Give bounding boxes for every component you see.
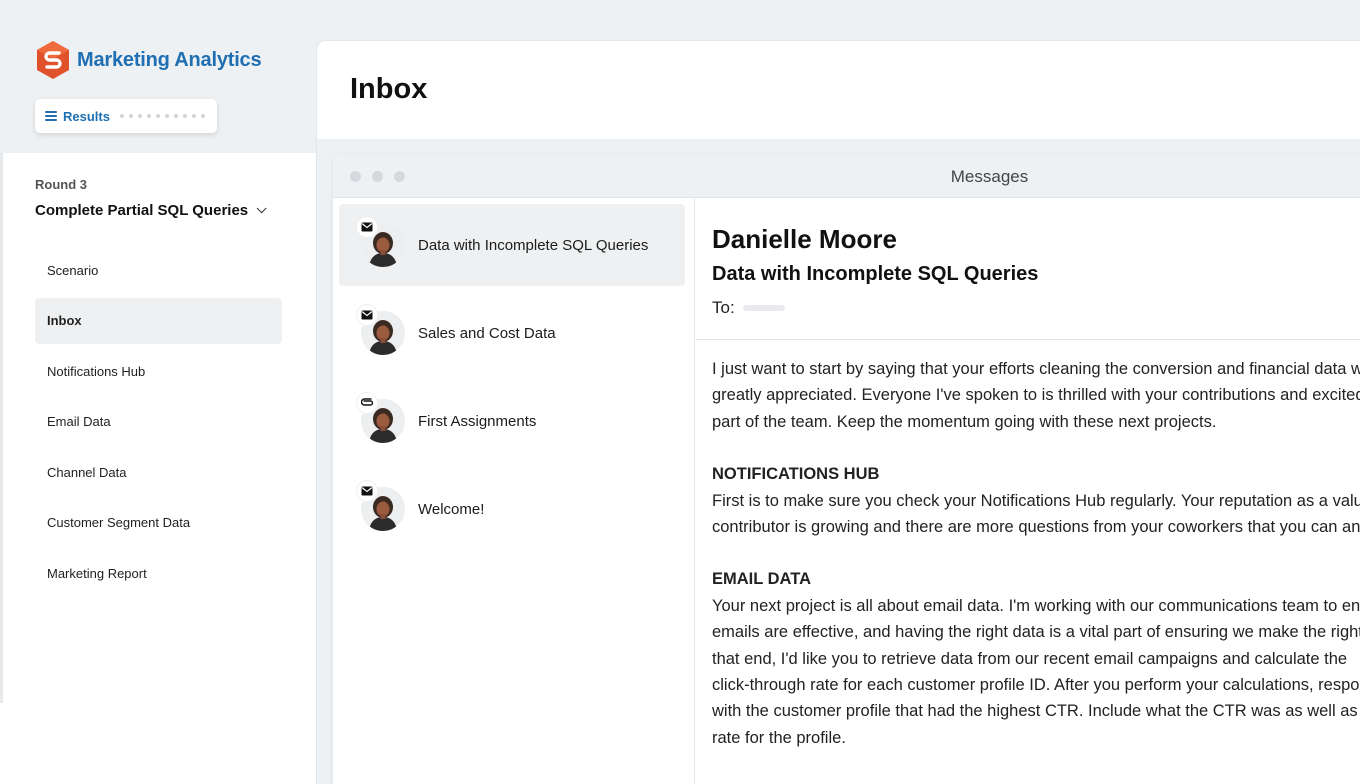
sidebar-item-label: Email Data xyxy=(47,414,111,430)
sidebar-header: Marketing Analytics Results xyxy=(0,0,316,153)
menu-icon xyxy=(45,111,57,121)
to-label: To: xyxy=(712,298,735,317)
message-subject: First Assignments xyxy=(418,412,537,430)
sidebar-item-label: Marketing Report xyxy=(47,566,147,582)
message-item[interactable]: First Assignments xyxy=(339,380,685,462)
recipient-line: To: xyxy=(712,298,1360,318)
chevron-down-icon xyxy=(256,203,267,214)
message-subject-heading: Data with Incomplete SQL Queries xyxy=(712,263,1039,285)
body-line: click-through rate for each customer pro… xyxy=(712,676,1360,695)
sender-avatar xyxy=(357,393,405,443)
sidebar-item-label: Notifications Hub xyxy=(47,363,146,379)
sidebar-item-label: Customer Segment Data xyxy=(47,515,191,531)
body-line: I just want to start by saying that your… xyxy=(712,360,1360,378)
envelope-icon xyxy=(357,305,377,325)
sidebar-item-marketing-report[interactable]: Marketing Report xyxy=(35,551,282,597)
message-body: I just want to start by saying that your… xyxy=(696,340,1360,751)
results-label: Results xyxy=(63,108,110,124)
sidebar-nav: Scenario Inbox Notifications Hub Email D… xyxy=(35,247,282,601)
round-selector[interactable]: Complete Partial SQL Queries xyxy=(35,202,267,219)
app-logo-icon xyxy=(37,41,69,79)
body-line: with the customer profile that had the h… xyxy=(712,702,1360,721)
results-button[interactable]: Results xyxy=(35,99,217,133)
page-title: Inbox xyxy=(350,73,428,105)
message-item[interactable]: Data with Incomplete SQL Queries xyxy=(339,204,685,286)
body-line: emails are effective, and having the rig… xyxy=(712,623,1360,642)
sidebar-item-label: Channel Data xyxy=(47,464,127,480)
content-area: Messages Data with Incomplete SQL Querie… xyxy=(317,139,1360,784)
window-title: Messages xyxy=(950,167,1029,186)
main-content: Inbox Messages Data with Incomplete SQL … xyxy=(316,40,1360,784)
paperclip-icon xyxy=(357,393,377,413)
section-heading: NOTIFICATIONS HUB xyxy=(712,465,880,484)
sidebar-item-notifications-hub[interactable]: Notifications Hub xyxy=(35,348,282,394)
recipient-redacted xyxy=(742,305,785,311)
sidebar-item-label: Scenario xyxy=(47,262,99,278)
message-item[interactable]: Sales and Cost Data xyxy=(339,292,685,374)
body-line: Your next project is all about email dat… xyxy=(712,596,1360,615)
brand[interactable]: Marketing Analytics xyxy=(35,40,262,80)
body-line: that end, I'd like you to retrieve data … xyxy=(712,649,1348,668)
sidebar-item-channel-data[interactable]: Channel Data xyxy=(35,449,282,495)
sender-name: Danielle Moore xyxy=(712,224,897,254)
envelope-icon xyxy=(357,481,377,501)
section-heading: EMAIL DATA xyxy=(712,570,811,589)
body-line: part of the team. Keep the momentum goin… xyxy=(712,412,1217,431)
body-line: rate for the profile. xyxy=(712,728,846,747)
sidebar-item-customer-segment-data[interactable]: Customer Segment Data xyxy=(35,500,282,546)
message-header: Danielle Moore Data with Incomplete SQL … xyxy=(696,198,1360,340)
messages-window: Messages Data with Incomplete SQL Querie… xyxy=(333,154,1360,784)
round-title: Complete Partial SQL Queries xyxy=(35,202,249,219)
progress-dots xyxy=(119,114,205,118)
window-titlebar: Messages xyxy=(333,154,1360,198)
sidebar-item-email-data[interactable]: Email Data xyxy=(35,399,282,445)
sidebar-item-label: Inbox xyxy=(47,313,82,329)
message-subject: Sales and Cost Data xyxy=(418,324,556,342)
message-subject: Welcome! xyxy=(418,500,485,518)
body-line: First is to make sure you check your Not… xyxy=(712,491,1360,510)
message-item[interactable]: Welcome! xyxy=(339,468,685,550)
sidebar-item-scenario[interactable]: Scenario xyxy=(35,247,282,293)
sidebar: Round 3 Complete Partial SQL Queries Sce… xyxy=(0,153,316,784)
envelope-icon xyxy=(357,217,377,237)
round-label: Round 3 xyxy=(35,177,87,192)
app-name: Marketing Analytics xyxy=(77,48,262,71)
body-line: contributor is growing and there are mor… xyxy=(712,518,1360,537)
message-list: Data with Incomplete SQL Queries Sales a… xyxy=(333,198,695,784)
message-subject: Data with Incomplete SQL Queries xyxy=(418,236,649,254)
message-reader: Danielle Moore Data with Incomplete SQL … xyxy=(696,198,1360,784)
body-line: greatly appreciated. Everyone I've spoke… xyxy=(712,386,1360,405)
sidebar-item-inbox[interactable]: Inbox xyxy=(35,297,282,344)
sender-avatar xyxy=(357,481,405,531)
sender-avatar xyxy=(357,305,405,355)
sender-avatar xyxy=(357,217,405,267)
